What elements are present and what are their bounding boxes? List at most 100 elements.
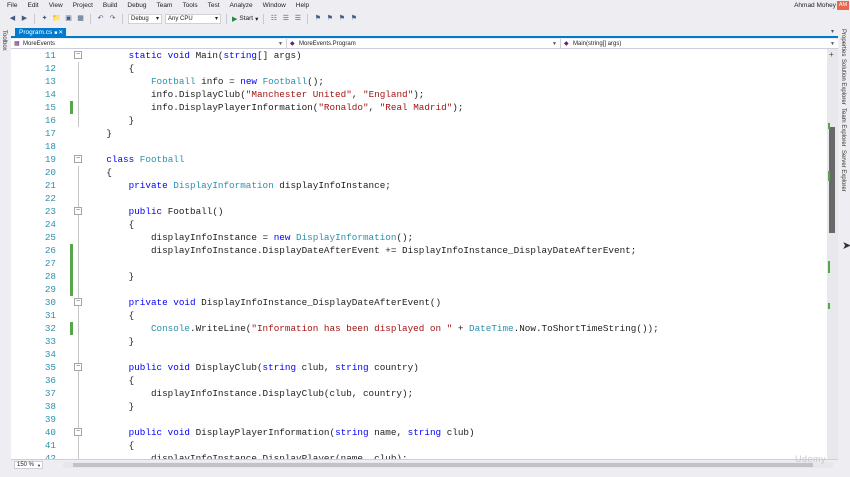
menu-item-edit[interactable]: Edit	[22, 0, 43, 11]
code-token: displayInfoInstance.DisplayClub(club, co…	[84, 388, 414, 399]
code-line[interactable]: 23 − public Football()	[11, 205, 827, 218]
bookmark-next-icon[interactable]: ⚑	[337, 14, 346, 23]
code-line[interactable]: 27	[11, 257, 827, 270]
code-line[interactable]: 20 {	[11, 166, 827, 179]
avatar[interactable]: AM	[837, 1, 849, 10]
tab-program-cs[interactable]: Program.cs ■ ✕	[15, 28, 67, 38]
code-line[interactable]: 14 info.DisplayClub("Manchester United",…	[11, 88, 827, 101]
solution-config-dropdown[interactable]: Debug ▾	[128, 13, 162, 24]
code-line[interactable]: 26 displayInfoInstance.DisplayDateAfterE…	[11, 244, 827, 257]
code-line[interactable]: 21 private DisplayInformation displayInf…	[11, 179, 827, 192]
code-line[interactable]: 40 − public void DisplayPlayerInformation…	[11, 426, 827, 439]
menu-item-analyze[interactable]: Analyze	[225, 0, 258, 11]
code-token: "England"	[362, 89, 414, 100]
code-line[interactable]: 22	[11, 192, 827, 205]
toolbar-misc-icon[interactable]: ☷	[269, 14, 278, 23]
code-line[interactable]: 38 }	[11, 400, 827, 413]
line-number: 28	[44, 271, 56, 282]
member-dropdown[interactable]: ◆ Main(string[] args) ▼	[561, 39, 838, 49]
code-line[interactable]: 35− public void DisplayClub(string club,…	[11, 361, 827, 374]
collapse-icon[interactable]: −	[74, 363, 82, 371]
menu-item-file[interactable]: File	[2, 0, 22, 11]
menu-item-window[interactable]: Window	[258, 0, 291, 11]
toolbar-misc-icon[interactable]: ☰	[293, 14, 302, 23]
menu-item-team[interactable]: Team	[152, 0, 178, 11]
code-line[interactable]: 25 displayInfoInstance = new DisplayInfo…	[11, 231, 827, 244]
collapse-icon[interactable]: −	[74, 51, 82, 59]
split-editor-icon[interactable]: +	[829, 50, 834, 59]
code-line[interactable]: 29	[11, 283, 827, 296]
code-token: private void	[84, 297, 202, 308]
code-line[interactable]: 33 }	[11, 335, 827, 348]
menu-item-build[interactable]: Build	[98, 0, 122, 11]
code-line[interactable]: 30 − private void DisplayInfoInstance_Dis…	[11, 296, 827, 309]
save-icon[interactable]: ▣	[64, 14, 73, 23]
close-icon[interactable]: ✕	[58, 28, 63, 38]
code-line[interactable]: 34	[11, 348, 827, 361]
menu-item-help[interactable]: Help	[291, 0, 314, 11]
bookmark-icon[interactable]: ⚑	[313, 14, 322, 23]
zoom-dropdown[interactable]: 150 % ▼	[14, 461, 44, 469]
code-line[interactable]: 28 }	[11, 270, 827, 283]
code-line[interactable]: 13 Football info = new Football();	[11, 75, 827, 88]
code-line[interactable]: 11 − static void Main(string[] args)	[11, 49, 827, 62]
code-line[interactable]: 42 displayInfoInstance.DisplayPlayer(nam…	[11, 452, 827, 459]
code-line[interactable]: 17 }	[11, 127, 827, 140]
tab-list-dropdown-icon[interactable]: ▾	[831, 28, 834, 35]
code-line[interactable]: 12 {	[11, 62, 827, 75]
collapse-icon[interactable]: −	[74, 155, 82, 163]
menu-item-debug[interactable]: Debug	[122, 0, 151, 11]
zoom-value: 150 %	[17, 462, 35, 468]
menu-item-project[interactable]: Project	[68, 0, 98, 11]
collapse-icon[interactable]: −	[74, 207, 82, 215]
code-text: }	[84, 270, 135, 283]
user-name[interactable]: Ahmad Mohey	[794, 0, 836, 11]
change-indicator	[70, 322, 73, 335]
toolbar-separator	[263, 13, 265, 24]
project-dropdown[interactable]: ▦ MoreEvents ▼	[11, 39, 287, 49]
bookmark-clear-icon[interactable]: ⚑	[349, 14, 358, 23]
menu-item-tools[interactable]: Tools	[177, 0, 202, 11]
redo-icon[interactable]: ↷	[108, 14, 117, 23]
solution-platform-dropdown[interactable]: Any CPU ▾	[165, 13, 221, 24]
class-dropdown[interactable]: ◆ MoreEvents.Program ▼	[287, 39, 561, 49]
code-line[interactable]: 18	[11, 140, 827, 153]
toolbox-tab[interactable]: Toolbox	[1, 30, 7, 51]
properties-tab[interactable]: Properties	[840, 29, 846, 56]
vertical-scrollbar[interactable]: +	[827, 49, 838, 459]
collapse-icon[interactable]: −	[74, 428, 82, 436]
code-text: displayInfoInstance.DisplayDateAfterEven…	[84, 244, 636, 257]
menu-item-view[interactable]: View	[44, 0, 68, 11]
code-editor[interactable]: 11− static void Main(string[] args) 12 {1…	[11, 49, 827, 459]
save-all-icon[interactable]: ▦	[76, 14, 85, 23]
toolbar-misc-icon[interactable]: ☰	[281, 14, 290, 23]
horizontal-scrollbar[interactable]	[63, 462, 833, 468]
pin-icon[interactable]: ■	[54, 28, 57, 38]
back-icon[interactable]: ◀	[8, 14, 17, 23]
code-token: +	[452, 323, 469, 334]
code-line[interactable]: 24 {	[11, 218, 827, 231]
forward-icon[interactable]: ▶	[20, 14, 29, 23]
code-line[interactable]: 32 Console.WriteLine("Information has be…	[11, 322, 827, 335]
open-icon[interactable]: 📁	[52, 14, 61, 23]
scrollbar-thumb[interactable]	[73, 463, 813, 467]
team-explorer-tab[interactable]: Team Explorer	[840, 108, 846, 147]
code-line[interactable]: 41 {	[11, 439, 827, 452]
code-line[interactable]: 15 info.DisplayPlayerInformation("Ronald…	[11, 101, 827, 114]
code-token: static void	[84, 50, 196, 61]
server-explorer-tab[interactable]: Server Explorer	[840, 150, 846, 192]
undo-icon[interactable]: ↶	[96, 14, 105, 23]
code-line[interactable]: 19 − class Football	[11, 153, 827, 166]
new-project-icon[interactable]: ✦	[40, 14, 49, 23]
code-token: ,	[368, 102, 380, 113]
code-line[interactable]: 16 }	[11, 114, 827, 127]
code-line[interactable]: 31 {	[11, 309, 827, 322]
code-line[interactable]: 37 displayInfoInstance.DisplayClub(club,…	[11, 387, 827, 400]
bookmark-prev-icon[interactable]: ⚑	[325, 14, 334, 23]
menu-item-test[interactable]: Test	[203, 0, 225, 11]
code-line[interactable]: 39	[11, 413, 827, 426]
code-line[interactable]: 36 {	[11, 374, 827, 387]
start-button[interactable]: ▶ Start ▾	[232, 15, 258, 23]
collapse-icon[interactable]: −	[74, 298, 82, 306]
solution-explorer-tab[interactable]: Solution Explorer	[840, 59, 846, 105]
